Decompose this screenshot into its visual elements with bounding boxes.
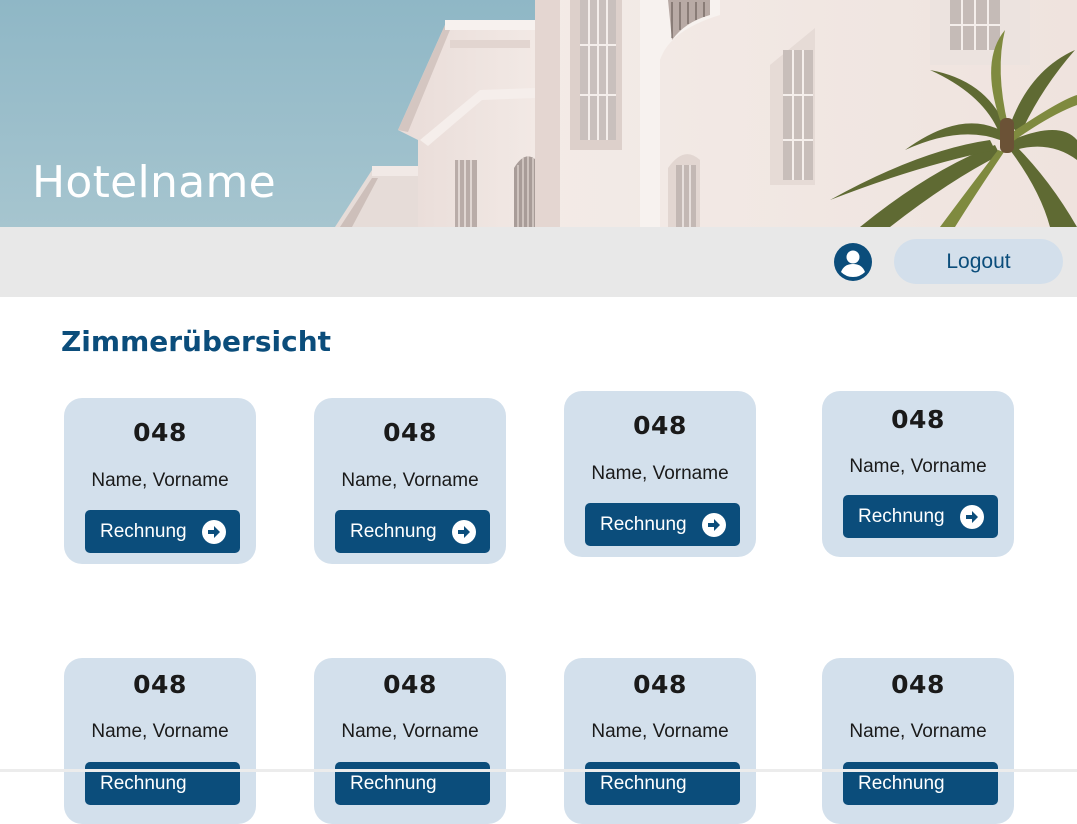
room-number: 048 (383, 670, 437, 699)
room-card: 048 Name, Vorname Rechnung (822, 391, 1014, 557)
guest-name: Name, Vorname (591, 721, 729, 742)
logout-button[interactable]: Logout (894, 239, 1063, 284)
invoice-button-label: Rechnung (858, 506, 945, 527)
user-circle-icon[interactable] (834, 243, 872, 281)
room-card: 048 Name, Vorname Rechnung (564, 391, 756, 557)
room-card: 048 Name, Vorname Rechnung (64, 398, 256, 564)
room-card: 048 Name, Vorname Rechnung (64, 658, 256, 824)
arrow-right-circle-icon (202, 520, 226, 544)
room-number: 048 (891, 405, 945, 434)
page-title: Zimmerübersicht (61, 325, 332, 358)
hotel-name: Hotelname (32, 157, 277, 208)
room-number: 048 (133, 670, 187, 699)
invoice-button[interactable]: Rechnung (85, 510, 240, 553)
invoice-button[interactable]: Rechnung (335, 510, 490, 553)
guest-name: Name, Vorname (341, 470, 479, 491)
room-card: 048 Name, Vorname Rechnung (314, 658, 506, 824)
guest-name: Name, Vorname (341, 721, 479, 742)
invoice-button-label: Rechnung (858, 773, 945, 794)
room-number: 048 (891, 670, 945, 699)
room-card: 048 Name, Vorname Rechnung (822, 658, 1014, 824)
invoice-button-label: Rechnung (600, 514, 687, 535)
invoice-button-label: Rechnung (350, 521, 437, 542)
arrow-right-circle-icon (702, 513, 726, 537)
invoice-button[interactable]: Rechnung (585, 503, 740, 546)
arrow-right-circle-icon (960, 505, 984, 529)
room-number: 048 (133, 418, 187, 447)
guest-name: Name, Vorname (91, 721, 229, 742)
room-number: 048 (633, 670, 687, 699)
room-card: 048 Name, Vorname Rechnung (564, 658, 756, 824)
top-bar: Logout (0, 227, 1077, 297)
hero-banner: Hotelname (0, 0, 1077, 227)
guest-name: Name, Vorname (849, 456, 987, 477)
invoice-button-label: Rechnung (350, 773, 437, 794)
invoice-button-label: Rechnung (600, 773, 687, 794)
invoice-button-label: Rechnung (100, 521, 187, 542)
invoice-button[interactable]: Rechnung (843, 495, 998, 538)
arrow-right-circle-icon (452, 520, 476, 544)
room-number: 048 (633, 411, 687, 440)
room-number: 048 (383, 418, 437, 447)
room-card: 048 Name, Vorname Rechnung (314, 398, 506, 564)
guest-name: Name, Vorname (591, 463, 729, 484)
invoice-button-label: Rechnung (100, 773, 187, 794)
guest-name: Name, Vorname (849, 721, 987, 742)
guest-name: Name, Vorname (91, 470, 229, 491)
